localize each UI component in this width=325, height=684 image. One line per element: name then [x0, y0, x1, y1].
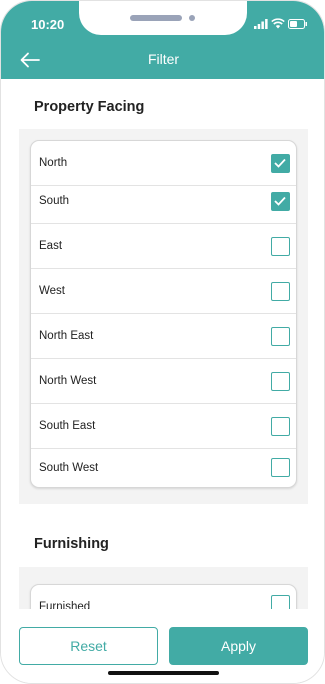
property-facing-heading: Property Facing [34, 99, 145, 115]
checkbox-west[interactable] [271, 282, 290, 301]
option-south[interactable]: South [31, 179, 296, 224]
home-indicator[interactable] [108, 671, 219, 675]
battery-icon [288, 19, 307, 29]
option-label: North West [39, 375, 97, 387]
checkbox-south-east[interactable] [271, 417, 290, 436]
checkbox-east[interactable] [271, 237, 290, 256]
phone-screen: 10:20 Filter Property Facing North South… [0, 0, 325, 684]
option-north-east[interactable]: North East [31, 314, 296, 359]
filter-content[interactable]: Property Facing North South East West No… [1, 79, 324, 609]
property-facing-panel: North South East West North East North W… [19, 129, 308, 504]
option-label: West [39, 285, 65, 297]
furnishing-panel: Furnished [19, 567, 308, 609]
reset-button[interactable]: Reset [19, 627, 158, 665]
speaker-grille [130, 15, 182, 21]
option-furnished[interactable]: Furnished [31, 585, 296, 609]
option-label: East [39, 240, 63, 252]
camera-dot [189, 15, 195, 21]
checkbox-south[interactable] [271, 192, 290, 211]
checkbox-south-west[interactable] [271, 458, 290, 477]
option-label: South West [39, 462, 99, 474]
option-south-west[interactable]: South West [31, 449, 296, 487]
checkbox-furnished[interactable] [271, 595, 290, 609]
option-label: South [39, 195, 70, 207]
checkbox-north-west[interactable] [271, 372, 290, 391]
app-header: 10:20 Filter [1, 1, 324, 79]
check-icon [274, 196, 286, 206]
cellular-signal-icon [254, 19, 268, 29]
checkbox-north-east[interactable] [271, 327, 290, 346]
furnishing-list: Furnished [30, 584, 297, 609]
check-icon [274, 158, 286, 168]
option-label: South East [39, 420, 96, 432]
option-east[interactable]: East [31, 224, 296, 269]
page-title: Filter [147, 51, 180, 67]
option-label: Furnished [39, 601, 91, 609]
option-north-west[interactable]: North West [31, 359, 296, 404]
option-west[interactable]: West [31, 269, 296, 314]
status-time: 10:20 [31, 17, 65, 32]
option-south-east[interactable]: South East [31, 404, 296, 449]
checkbox-north[interactable] [271, 154, 290, 173]
furnishing-heading: Furnishing [34, 536, 109, 552]
wifi-icon [271, 18, 285, 29]
option-label: North East [39, 330, 94, 342]
action-bar: Reset Apply [1, 609, 324, 683]
property-facing-list: North South East West North East North W… [30, 140, 297, 488]
apply-button[interactable]: Apply [169, 627, 308, 665]
